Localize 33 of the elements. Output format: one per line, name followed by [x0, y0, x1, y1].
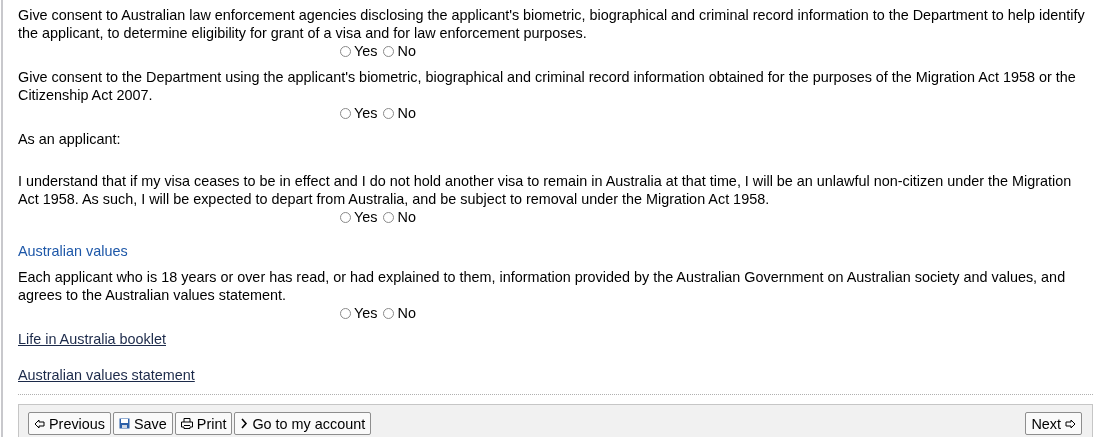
section-label: As an applicant:: [18, 130, 122, 148]
question-text: Give consent to Australian law enforcement agencies disclosing the applicant's biometric, biographical and criminal record information to the Department to help identify the applicant, to determine eligibility for grant of a visa and for law enforcement purposes.: [18, 6, 1086, 42]
option-label: No: [397, 42, 416, 60]
right-arrow-icon: [1065, 418, 1076, 429]
account-button[interactable]: Go to my account: [234, 412, 372, 435]
link[interactable]: Life in Australia booklet: [18, 330, 166, 348]
next-button[interactable]: Next: [1025, 412, 1082, 435]
question-text: Each applicant who is 18 years or over has read, or had explained to them, information provided by the Australian Government on Australian society and values, and agrees to the Australian values statement.: [18, 268, 1067, 304]
chevron-right-icon: [240, 418, 249, 429]
radio-button[interactable]: [383, 45, 395, 57]
option-label: Yes: [354, 42, 378, 60]
option-label: Yes: [354, 208, 378, 226]
radio-button[interactable]: [383, 211, 395, 223]
radio-button[interactable]: [340, 45, 351, 57]
option-label: No: [397, 304, 416, 322]
radio-button[interactable]: [340, 211, 351, 223]
link[interactable]: Australian values statement: [18, 366, 195, 384]
question-text: I understand that if my visa ceases to be in effect and I do not hold another visa to remain in Australia at that time, I will be an unlawful non-citizen under the Migration Act 1958. As such, I will be expected to depart from Australia, and be subject to removal under the Migration Act 1958.: [18, 172, 1073, 208]
radio-button[interactable]: [340, 307, 351, 319]
option-label: No: [397, 208, 416, 226]
radio-button[interactable]: [383, 107, 395, 119]
previous-button[interactable]: Previous: [28, 412, 111, 435]
left-arrow-icon: [34, 418, 45, 429]
option-label: Yes: [354, 304, 378, 322]
question-text: Give consent to the Department using the applicant's biometric, biographical and criminal record information obtained for the purposes of the Migration Act 1958 or the Citizenship Act 2007.: [18, 68, 1077, 104]
printer-icon: [180, 418, 193, 429]
section-heading: Australian values: [18, 242, 129, 260]
save-button[interactable]: Save: [113, 412, 173, 435]
option-label: Yes: [354, 104, 378, 122]
radio-button[interactable]: [340, 107, 351, 119]
radio-button[interactable]: [383, 307, 395, 319]
option-label: No: [397, 104, 416, 122]
print-button[interactable]: Print: [174, 412, 233, 435]
